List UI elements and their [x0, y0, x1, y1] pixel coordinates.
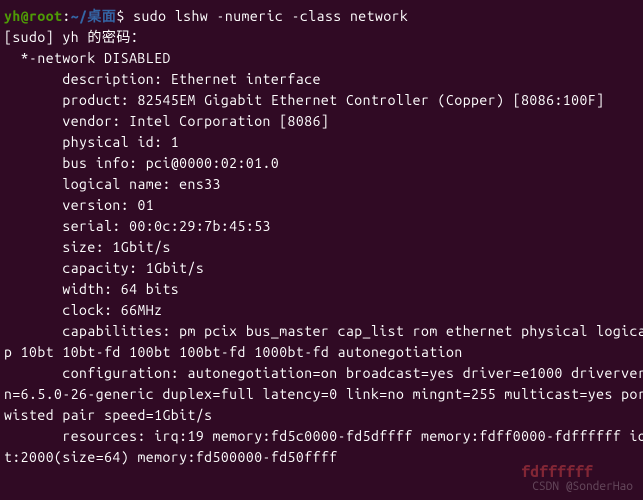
prompt-path: ~/桌面 — [71, 8, 117, 24]
prompt-host: root — [29, 8, 62, 24]
output-line: wisted pair speed=1Gbit/s — [4, 405, 643, 426]
output-line: vendor: Intel Corporation [8086] — [4, 111, 643, 132]
prompt-user: yh — [4, 8, 21, 24]
output-line: configuration: autonegotiation=on broadc… — [4, 363, 643, 384]
output-line: resources: irq:19 memory:fd5c0000-fd5dff… — [4, 426, 643, 447]
output-line: [sudo] yh 的密码： — [4, 27, 643, 48]
output-line: serial: 00:0c:29:7b:45:53 — [4, 216, 643, 237]
command-text: sudo lshw -numeric -class network — [133, 8, 408, 24]
prompt-colon: : — [62, 8, 70, 24]
output-line: logical name: ens33 — [4, 174, 643, 195]
output-line: p 10bt 10bt-fd 100bt 100bt-fd 1000bt-fd … — [4, 342, 643, 363]
output-line: bus info: pci@0000:02:01.0 — [4, 153, 643, 174]
output-line: *-network DISABLED — [4, 48, 643, 69]
watermark-text: CSDN @SonderHao — [532, 478, 633, 496]
output-line: capabilities: pm pcix bus_master cap_lis… — [4, 321, 643, 342]
output-line: width: 64 bits — [4, 279, 643, 300]
output-line: description: Ethernet interface — [4, 69, 643, 90]
output-line: physical id: 1 — [4, 132, 643, 153]
output-line: n=6.5.0-26-generic duplex=full latency=0… — [4, 384, 643, 405]
output-line: capacity: 1Gbit/s — [4, 258, 643, 279]
output-line: product: 82545EM Gigabit Ethernet Contro… — [4, 90, 643, 111]
output-line: size: 1Gbit/s — [4, 237, 643, 258]
prompt-at: @ — [21, 8, 29, 24]
prompt-dollar: $ — [116, 8, 133, 24]
output-line: clock: 66MHz — [4, 300, 643, 321]
prompt-line[interactable]: yh@root:~/桌面$ sudo lshw -numeric -class … — [4, 6, 643, 27]
output-line: version: 01 — [4, 195, 643, 216]
